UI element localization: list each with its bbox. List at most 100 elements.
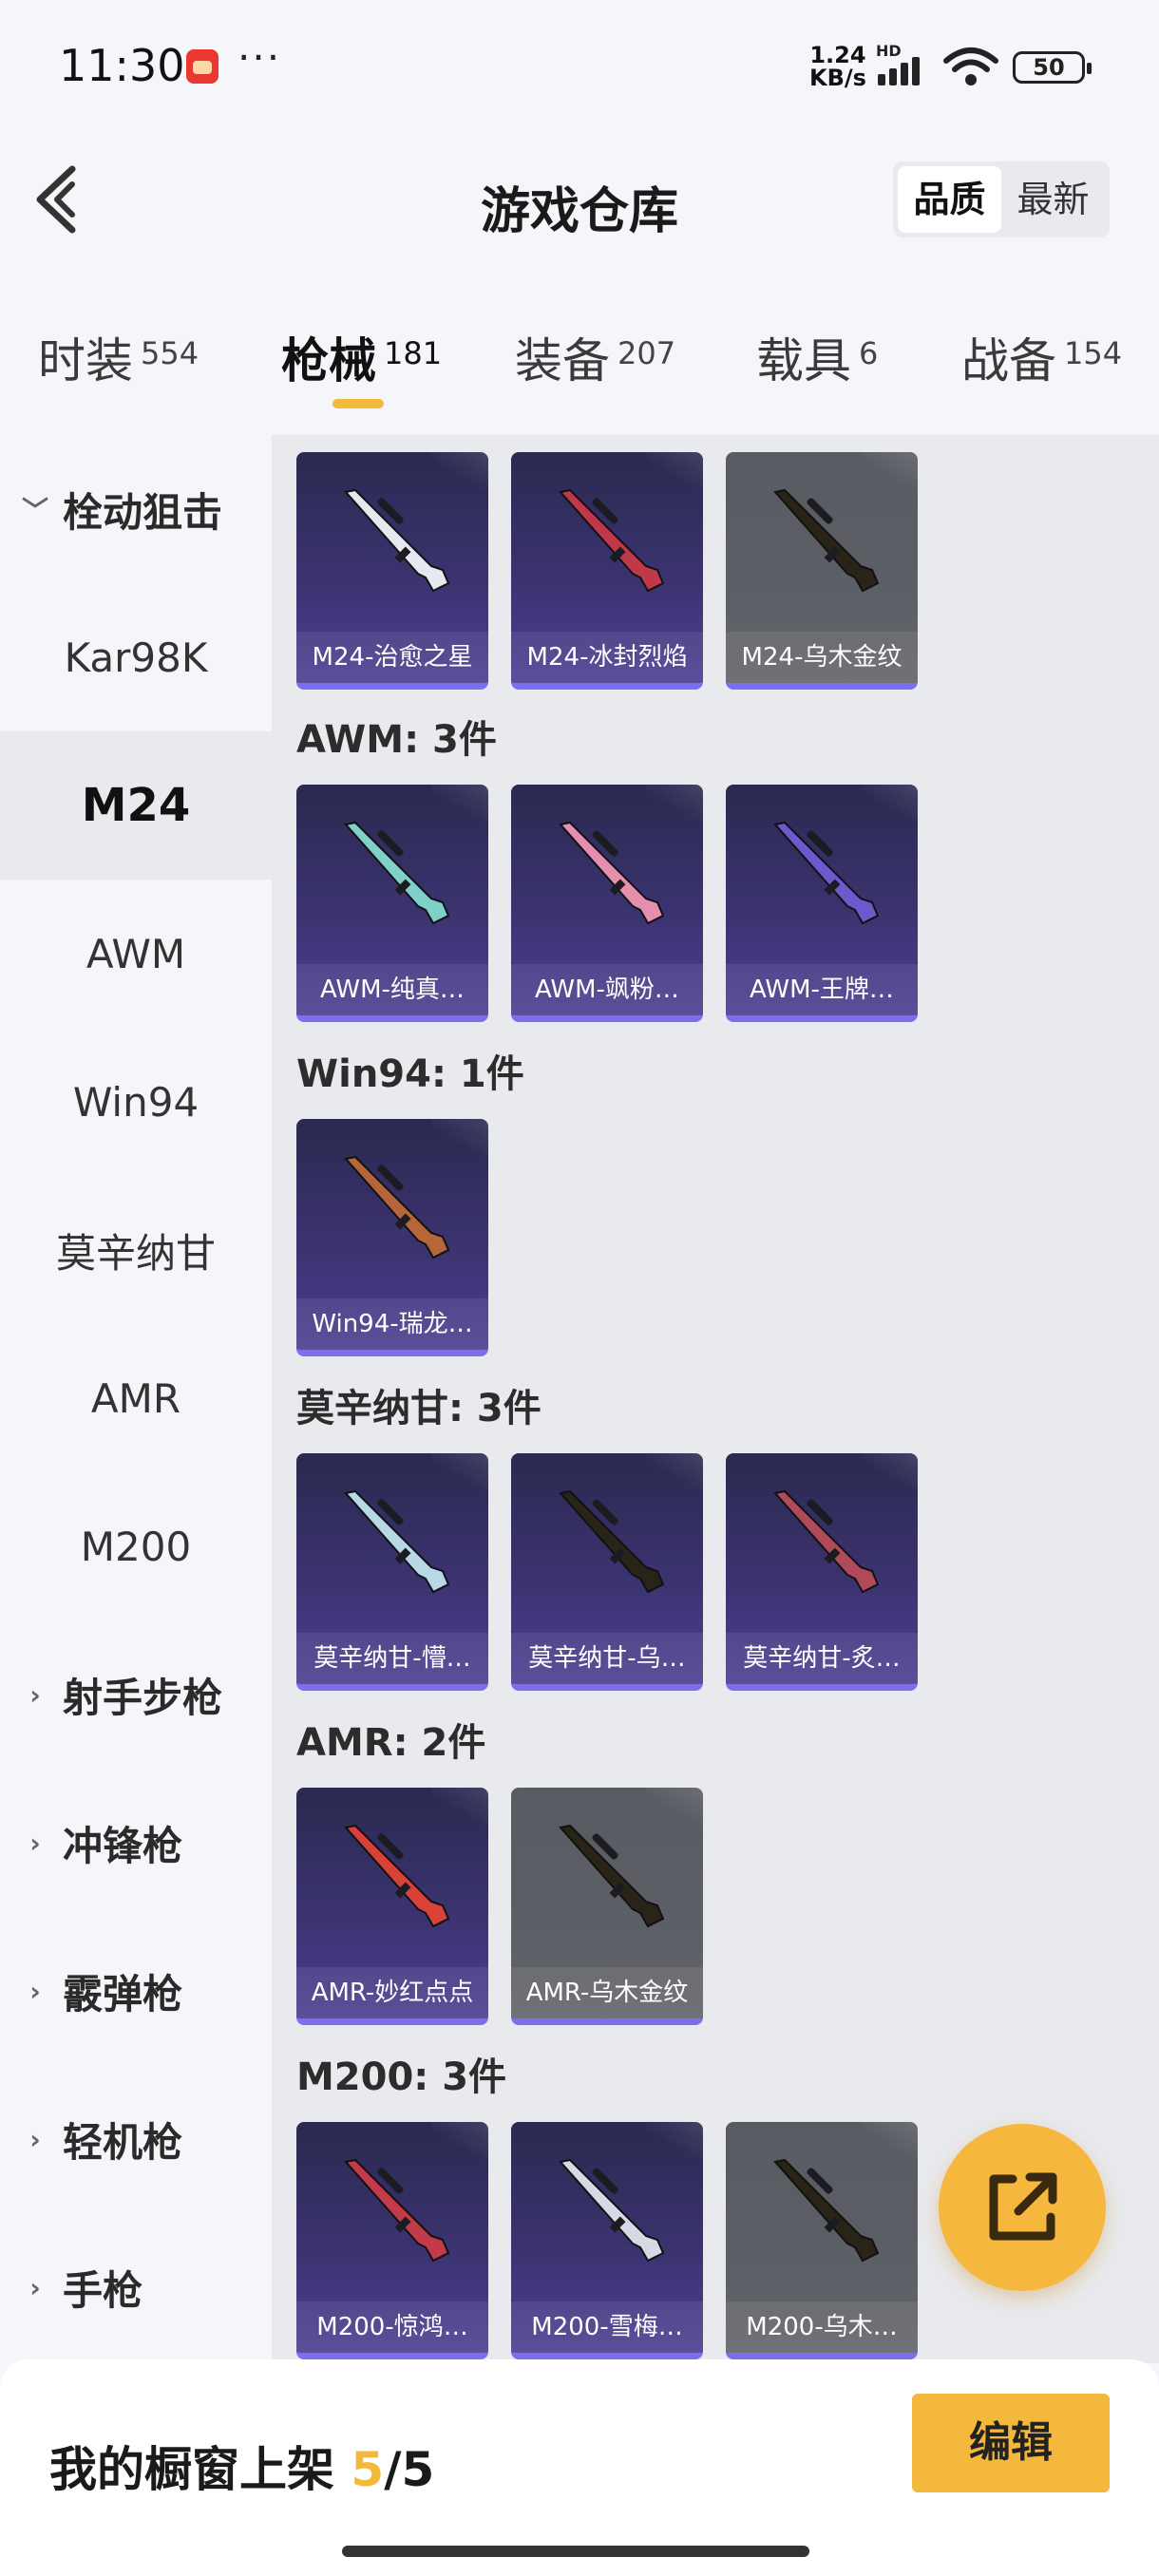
skin-card[interactable]: 莫辛纳甘-懵… (296, 1453, 488, 1691)
tab-battle-gear[interactable]: 战备 154 (961, 323, 1122, 391)
sidebar-group-pistol[interactable]: › 手枪 (0, 2213, 272, 2361)
rifle-body (559, 1824, 665, 1928)
skin-card-name: AWM-纯真… (296, 964, 488, 1015)
sidebar-item-label: Kar98K (64, 634, 208, 681)
rifle-body (344, 2158, 450, 2263)
tab-count: 181 (384, 335, 443, 371)
sidebar-group-bolt-sniper[interactable]: ﹀ 栓动狙击 (0, 435, 272, 583)
rifle-skin-icon (773, 1489, 880, 1594)
skin-card-name: M200-乌木… (726, 2301, 918, 2353)
sidebar-item-mosin-nagant[interactable]: 莫辛纳甘 (0, 1176, 272, 1324)
tab-vehicles[interactable]: 载具 6 (756, 323, 878, 391)
tab-label: 时装 (38, 333, 133, 388)
sidebar-item-label: 射手步枪 (63, 1674, 223, 1721)
skin-card[interactable]: M24-治愈之星 (296, 452, 488, 690)
skin-card[interactable]: M200-惊鸿… (296, 2122, 488, 2359)
skin-card-name: AMR-乌木金纹 (511, 1967, 703, 2018)
skin-card[interactable]: 莫辛纳甘-乌… (511, 1453, 703, 1691)
skin-card-name: M24-治愈之星 (296, 632, 488, 683)
status-bar: 11:30 ··· 1.24 KB/s HD 50 (0, 0, 1159, 133)
sidebar-item-label: 莫辛纳甘 (55, 1229, 216, 1277)
battery-icon: 50 (1013, 51, 1092, 84)
rifle-body (773, 821, 880, 925)
home-indicator[interactable] (342, 2546, 809, 2557)
header: 游戏仓库 品质 最新 (0, 142, 1159, 256)
skin-card[interactable]: AWM-纯真… (296, 785, 488, 1022)
skin-card[interactable]: M24-乌木金纹 (726, 452, 918, 690)
skin-card[interactable]: M200-乌木… (726, 2122, 918, 2359)
rifle-skin-icon (344, 1155, 450, 1260)
sidebar-item-label: M24 (81, 779, 191, 832)
section-title-amr: AMR: 2件 (296, 1721, 486, 1765)
rifle-skin-icon (559, 1489, 665, 1594)
edit-button[interactable]: 编辑 (912, 2394, 1110, 2492)
rifle-body (559, 488, 665, 593)
sidebar-item-label: AWM (86, 930, 186, 977)
rifle-body (773, 1489, 880, 1594)
sidebar-group-smg[interactable]: › 冲锋枪 (0, 1769, 272, 1917)
skin-card[interactable]: AMR-妙红点点 (296, 1788, 488, 2025)
sidebar-item-amr[interactable]: AMR (0, 1324, 272, 1472)
sidebar-item-kar98k[interactable]: Kar98K (0, 583, 272, 731)
weapon-skin-grid[interactable]: M24-治愈之星 M24-冰封烈焰 M24-乌木金纹 AWM: 3件 AWM-纯… (272, 435, 1159, 2363)
sidebar-item-label: Win94 (72, 1078, 200, 1126)
app-notification-icon (186, 49, 218, 84)
sort-newest-button[interactable]: 最新 (1001, 166, 1105, 233)
sidebar-item-label: AMR (90, 1374, 181, 1422)
sidebar-group-shotgun[interactable]: › 霰弹枪 (0, 1917, 272, 2065)
skin-card[interactable]: AMR-乌木金纹 (511, 1788, 703, 2025)
tab-firearms[interactable]: 枪械 181 (281, 323, 442, 391)
rifle-body (559, 2158, 665, 2263)
skin-card[interactable]: M24-冰封烈焰 (511, 452, 703, 690)
weapon-type-sidebar: ﹀ 栓动狙击 Kar98K M24 AWM Win94 莫辛纳甘 AMR M200… (0, 435, 272, 2363)
showcase-status: 我的橱窗上架 5/5 (49, 2432, 434, 2500)
skin-card-name: M200-雪梅… (511, 2301, 703, 2353)
skin-card[interactable]: AWM-飒粉… (511, 785, 703, 1022)
sort-quality-button[interactable]: 品质 (898, 166, 1001, 233)
rifle-skin-icon (559, 488, 665, 593)
sidebar-item-label: M200 (80, 1523, 192, 1570)
rifle-body (559, 1489, 665, 1594)
sidebar-item-label: 栓动狙击 (63, 488, 223, 536)
skin-card-name: 莫辛纳甘-炙… (726, 1633, 918, 1684)
chevron-right-icon: › (29, 2123, 41, 2155)
chevron-right-icon: › (29, 1678, 41, 1711)
showcase-current-count: 5 (351, 2442, 385, 2497)
rifle-body (773, 488, 880, 593)
sidebar-item-m24[interactable]: M24 (0, 731, 272, 880)
chevron-right-icon: › (29, 1827, 41, 1859)
skin-card-name: AMR-妙红点点 (296, 1967, 488, 2018)
tab-equipment[interactable]: 装备 207 (515, 323, 675, 391)
rifle-skin-icon (773, 2158, 880, 2263)
skin-card[interactable]: 莫辛纳甘-炙… (726, 1453, 918, 1691)
skin-row-amr: AMR-妙红点点 AMR-乌木金纹 (296, 1788, 726, 2025)
network-speed: 1.24 KB/s (809, 44, 866, 89)
section-title-awm: AWM: 3件 (296, 718, 497, 762)
showcase-total-count: /5 (384, 2442, 435, 2497)
rifle-skin-icon (344, 1824, 450, 1928)
skin-card[interactable]: M200-雪梅… (511, 2122, 703, 2359)
tab-label: 装备 (515, 333, 610, 388)
rifle-body (559, 821, 665, 925)
sidebar-group-marksman-rifle[interactable]: › 射手步枪 (0, 1620, 272, 1769)
skin-card-name: M200-惊鸿… (296, 2301, 488, 2353)
sidebar-group-lmg[interactable]: › 轻机枪 (0, 2065, 272, 2213)
skin-card[interactable]: AWM-王牌… (726, 785, 918, 1022)
section-title-m200: M200: 3件 (296, 2055, 507, 2099)
rifle-body (773, 2158, 880, 2263)
sidebar-item-awm[interactable]: AWM (0, 880, 272, 1028)
skin-row-mosin-nagant: 莫辛纳甘-懵… 莫辛纳甘-乌… 莫辛纳甘-炙… (296, 1453, 940, 1691)
rifle-body (344, 821, 450, 925)
rifle-skin-icon (559, 821, 665, 925)
share-button[interactable] (939, 2124, 1106, 2291)
sidebar-item-win94[interactable]: Win94 (0, 1028, 272, 1176)
skin-card[interactable]: Win94-瑞龙… (296, 1119, 488, 1356)
rifle-skin-icon (773, 488, 880, 593)
signal-icon (878, 53, 929, 85)
sidebar-item-label: 霰弹枪 (63, 1970, 183, 2017)
more-notifications-icon: ··· (238, 34, 282, 81)
rifle-skin-icon (344, 488, 450, 593)
sidebar-item-m200[interactable]: M200 (0, 1472, 272, 1620)
tab-fashion[interactable]: 时装 554 (38, 323, 199, 391)
skin-row-m24: M24-治愈之星 M24-冰封烈焰 M24-乌木金纹 (296, 452, 940, 690)
